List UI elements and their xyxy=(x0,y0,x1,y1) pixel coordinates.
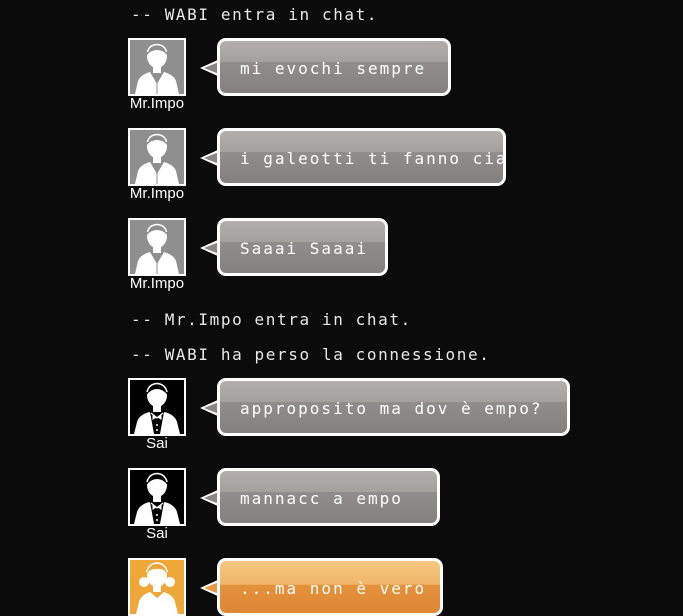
system-message: -- WABI ha perso la connessione. xyxy=(131,345,491,364)
message-text: ...ma non è vero xyxy=(240,579,427,598)
message-text: mannacc a empo xyxy=(240,489,403,508)
username[interactable]: Sai xyxy=(118,435,196,452)
man-suit-icon xyxy=(135,43,179,94)
message-bubble: Saaai Saaai xyxy=(217,218,388,276)
avatar[interactable] xyxy=(128,128,186,186)
man-suit-icon xyxy=(135,133,179,184)
message-text: approposito ma dov è empo? xyxy=(240,399,543,418)
message-text: mi evochi sempre xyxy=(240,59,427,78)
avatar[interactable] xyxy=(128,558,186,616)
username[interactable]: Sai xyxy=(118,525,196,542)
man-bowtie-icon xyxy=(134,472,180,524)
username[interactable]: Mr.Impo xyxy=(118,185,196,202)
chat-log: -- WABI entra in chat. Mr.Impo mi evochi… xyxy=(0,0,683,616)
username[interactable]: Mr.Impo xyxy=(118,275,196,292)
message-bubble: mannacc a empo xyxy=(217,468,440,526)
message-text: Saaai Saaai xyxy=(240,239,368,258)
avatar[interactable] xyxy=(128,218,186,276)
man-bowtie-icon xyxy=(134,382,180,434)
message-bubble: approposito ma dov è empo? xyxy=(217,378,570,436)
system-message: -- Mr.Impo entra in chat. xyxy=(131,310,412,329)
avatar[interactable] xyxy=(128,378,186,436)
message-bubble: mi evochi sempre xyxy=(217,38,451,96)
system-message: -- WABI entra in chat. xyxy=(131,5,379,24)
message-bubble: ...ma non è vero xyxy=(217,558,443,616)
message-text: i galeotti ti fanno ciao xyxy=(240,149,506,168)
message-bubble: i galeotti ti fanno ciao xyxy=(217,128,506,186)
woman-icon xyxy=(136,562,178,614)
man-suit-icon xyxy=(135,223,179,274)
username[interactable]: Mr.Impo xyxy=(118,95,196,112)
avatar[interactable] xyxy=(128,468,186,526)
avatar[interactable] xyxy=(128,38,186,96)
